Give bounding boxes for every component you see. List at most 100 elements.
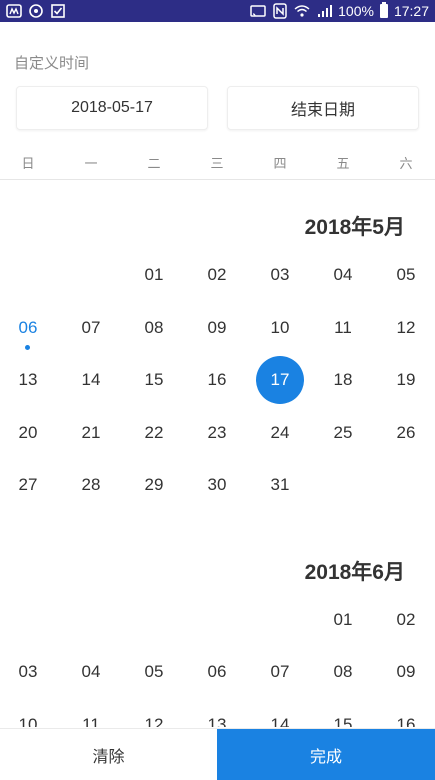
section-title: 自定义时间 [14,55,90,72]
day-number: 14 [81,370,101,389]
end-date-field[interactable]: 结束日期 [227,86,419,130]
status-left [6,3,66,19]
day-cell[interactable]: 08 [319,648,367,696]
status-right: 100% 17:27 [250,2,429,19]
start-date-field[interactable]: 2018-05-17 [16,86,208,130]
day-cell[interactable]: 22 [130,409,178,457]
done-button[interactable]: 完成 [217,729,435,780]
day-cell[interactable]: 02 [382,596,430,644]
day-number: 12 [144,714,164,728]
weekday-label: 日 [21,156,35,171]
day-cell[interactable]: 24 [256,409,304,457]
day-number: 30 [207,475,227,494]
cast-icon [250,3,266,19]
signal-icon [316,3,333,19]
day-cell[interactable]: 12 [130,701,178,728]
day-cell[interactable]: 01 [130,251,178,299]
day-cell[interactable]: 28 [67,461,115,509]
wifi-icon [294,3,310,19]
nfc-icon [272,3,288,19]
day-number: 04 [333,265,353,284]
day-cell[interactable]: 05 [382,251,430,299]
day-cell[interactable]: 21 [67,409,115,457]
day-cell[interactable]: 27 [4,461,52,509]
battery-icon [379,2,388,18]
day-number: 22 [144,422,164,442]
day-number: 02 [207,265,227,284]
day-number: 25 [333,422,353,442]
day-cell[interactable]: 14 [256,701,304,728]
day-cell[interactable]: 29 [130,461,178,509]
day-number: 15 [333,714,353,728]
clock: 17:27 [393,3,429,19]
month-title: 2018年6月 [304,560,405,584]
day-number: 16 [396,714,416,728]
day-number: 08 [333,662,353,681]
day-number: 10 [18,714,38,728]
day-number: 08 [144,317,164,337]
calendar-list[interactable]: 2018年5月 01 02 03 04 05 06 07 08 09 10 11 12 13 14 15 16 1… [0,181,435,727]
day-number: 13 [207,714,227,728]
day-cell[interactable]: 19 [382,356,430,404]
day-cell[interactable]: 09 [382,648,430,696]
day-number: 31 [270,475,290,494]
day-cell[interactable]: 15 [130,356,178,404]
checkbox-icon [50,3,66,19]
day-cell[interactable]: 09 [193,304,241,352]
day-number: 23 [207,422,227,442]
day-cell[interactable]: 05 [130,648,178,696]
day-number: 29 [144,475,164,494]
day-number: 18 [333,370,353,389]
day-number: 05 [144,662,164,681]
day-cell[interactable]: 20 [4,409,52,457]
day-cell[interactable]: 07 [67,304,115,352]
day-cell[interactable]: 02 [193,251,241,299]
day-number: 11 [82,714,100,728]
battery-percent: 100% [338,3,374,19]
weekday-label: 二 [147,156,161,171]
day-cell[interactable]: 06 [4,304,52,352]
weekday-label: 一 [84,156,98,171]
status-bar: 100% 17:27 [0,0,435,22]
day-number: 24 [270,422,290,442]
day-cell[interactable]: 07 [256,648,304,696]
day-cell[interactable]: 14 [67,356,115,404]
month-title: 2018年5月 [304,216,405,239]
clear-button[interactable]: 清除 [0,729,217,780]
today-indicator-dot [25,344,30,350]
day-cell[interactable]: 11 [319,304,367,352]
day-cell[interactable]: 08 [130,304,178,352]
day-cell[interactable]: 13 [193,701,241,728]
day-number: 28 [81,475,101,494]
day-cell[interactable]: 31 [256,461,304,509]
day-cell[interactable]: 04 [67,648,115,696]
day-cell[interactable]: 15 [319,701,367,728]
day-cell[interactable]: 10 [256,304,304,352]
day-number: 19 [396,370,416,389]
day-number: 07 [270,662,290,681]
day-cell[interactable]: 23 [193,409,241,457]
day-cell[interactable]: 01 [319,596,367,644]
weekday-header: 日一二三四五六 [0,150,435,180]
day-number: 05 [396,265,416,284]
day-cell[interactable]: 11 [67,701,115,728]
day-cell[interactable]: 06 [193,648,241,696]
day-cell[interactable]: 18 [319,356,367,404]
day-cell[interactable]: 12 [382,304,430,352]
day-number: 09 [207,317,227,337]
weekday-label: 六 [399,156,413,171]
day-cell[interactable]: 16 [382,701,430,728]
day-cell[interactable]: 16 [193,356,241,404]
day-number: 03 [18,662,38,681]
weekday-label: 三 [210,156,224,171]
day-cell[interactable]: 26 [382,409,430,457]
day-cell[interactable]: 04 [319,251,367,299]
day-cell[interactable]: 03 [4,648,52,696]
app-logo-icon [6,3,22,19]
day-cell[interactable]: 17 [256,356,304,404]
day-cell[interactable]: 03 [256,251,304,299]
day-cell[interactable]: 30 [193,461,241,509]
day-cell[interactable]: 25 [319,409,367,457]
day-cell[interactable]: 10 [4,701,52,728]
day-cell[interactable]: 13 [4,356,52,404]
